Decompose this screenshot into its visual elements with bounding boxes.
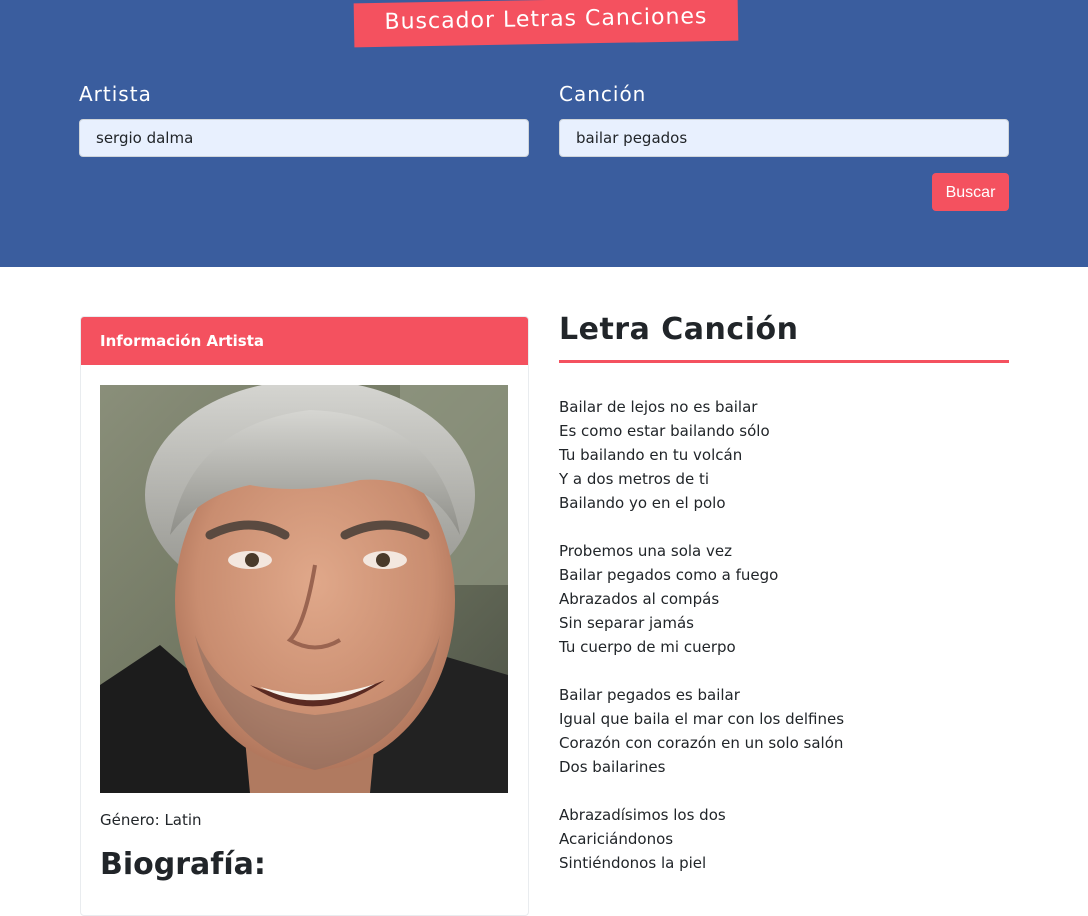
search-header: Buscador Letras Canciones Artista sergio… [0,0,1088,267]
lyrics-line: Acariciándonos [559,830,674,848]
lyrics-line: Abrazados al compás [559,590,720,608]
artist-photo [100,385,508,793]
song-input[interactable]: bailar pegados [559,119,1009,157]
lyrics-line: Probemos una sola vez [559,542,732,560]
artist-label: Artista [79,82,152,106]
lyrics-stanza: Probemos una sola vez Bailar pegados com… [559,539,1009,659]
artist-info-card: Información Artista Género: Latin Biogra… [80,316,529,916]
artist-input[interactable]: sergio dalma [79,119,529,157]
lyrics-line: Sintiéndonos la piel [559,854,707,872]
lyrics-line: Bailar pegados es bailar [559,686,740,704]
lyrics-line: Bailando yo en el polo [559,494,726,512]
genre-value: Latin [164,811,202,829]
song-label: Canción [559,82,647,106]
app-title: Buscador Letras Canciones [353,0,739,48]
biography-title: Biografía: [100,847,266,882]
lyrics-line: Bailar de lejos no es bailar [559,398,758,416]
lyrics-line: Bailar pegados como a fuego [559,566,779,584]
lyrics-line: Igual que baila el mar con los delfines [559,710,845,728]
lyrics-divider [559,360,1009,363]
lyrics-stanza: Bailar pegados es bailar Igual que baila… [559,683,1009,779]
lyrics-stanza: Abrazadísimos los dos Acariciándonos Sin… [559,803,1009,875]
lyrics-line: Dos bailarines [559,758,666,776]
artist-genre: Género: Latin [100,811,202,829]
lyrics-line: Corazón con corazón en un solo salón [559,734,844,752]
lyrics-stanza: Bailar de lejos no es bailar Es como est… [559,395,1009,515]
lyrics-body: Bailar de lejos no es bailar Es como est… [559,395,1009,899]
genre-label: Género: [100,811,160,829]
search-button[interactable]: Buscar [932,173,1009,211]
lyrics-line: Es como estar bailando sólo [559,422,770,440]
artist-info-header: Información Artista [81,317,528,365]
lyrics-title: Letra Canción [559,312,799,347]
lyrics-line: Sin separar jamás [559,614,694,632]
lyrics-line: Abrazadísimos los dos [559,806,726,824]
lyrics-line: Tu bailando en tu volcán [559,446,743,464]
lyrics-line: Tu cuerpo de mi cuerpo [559,638,736,656]
lyrics-line: Y a dos metros de ti [559,470,710,488]
